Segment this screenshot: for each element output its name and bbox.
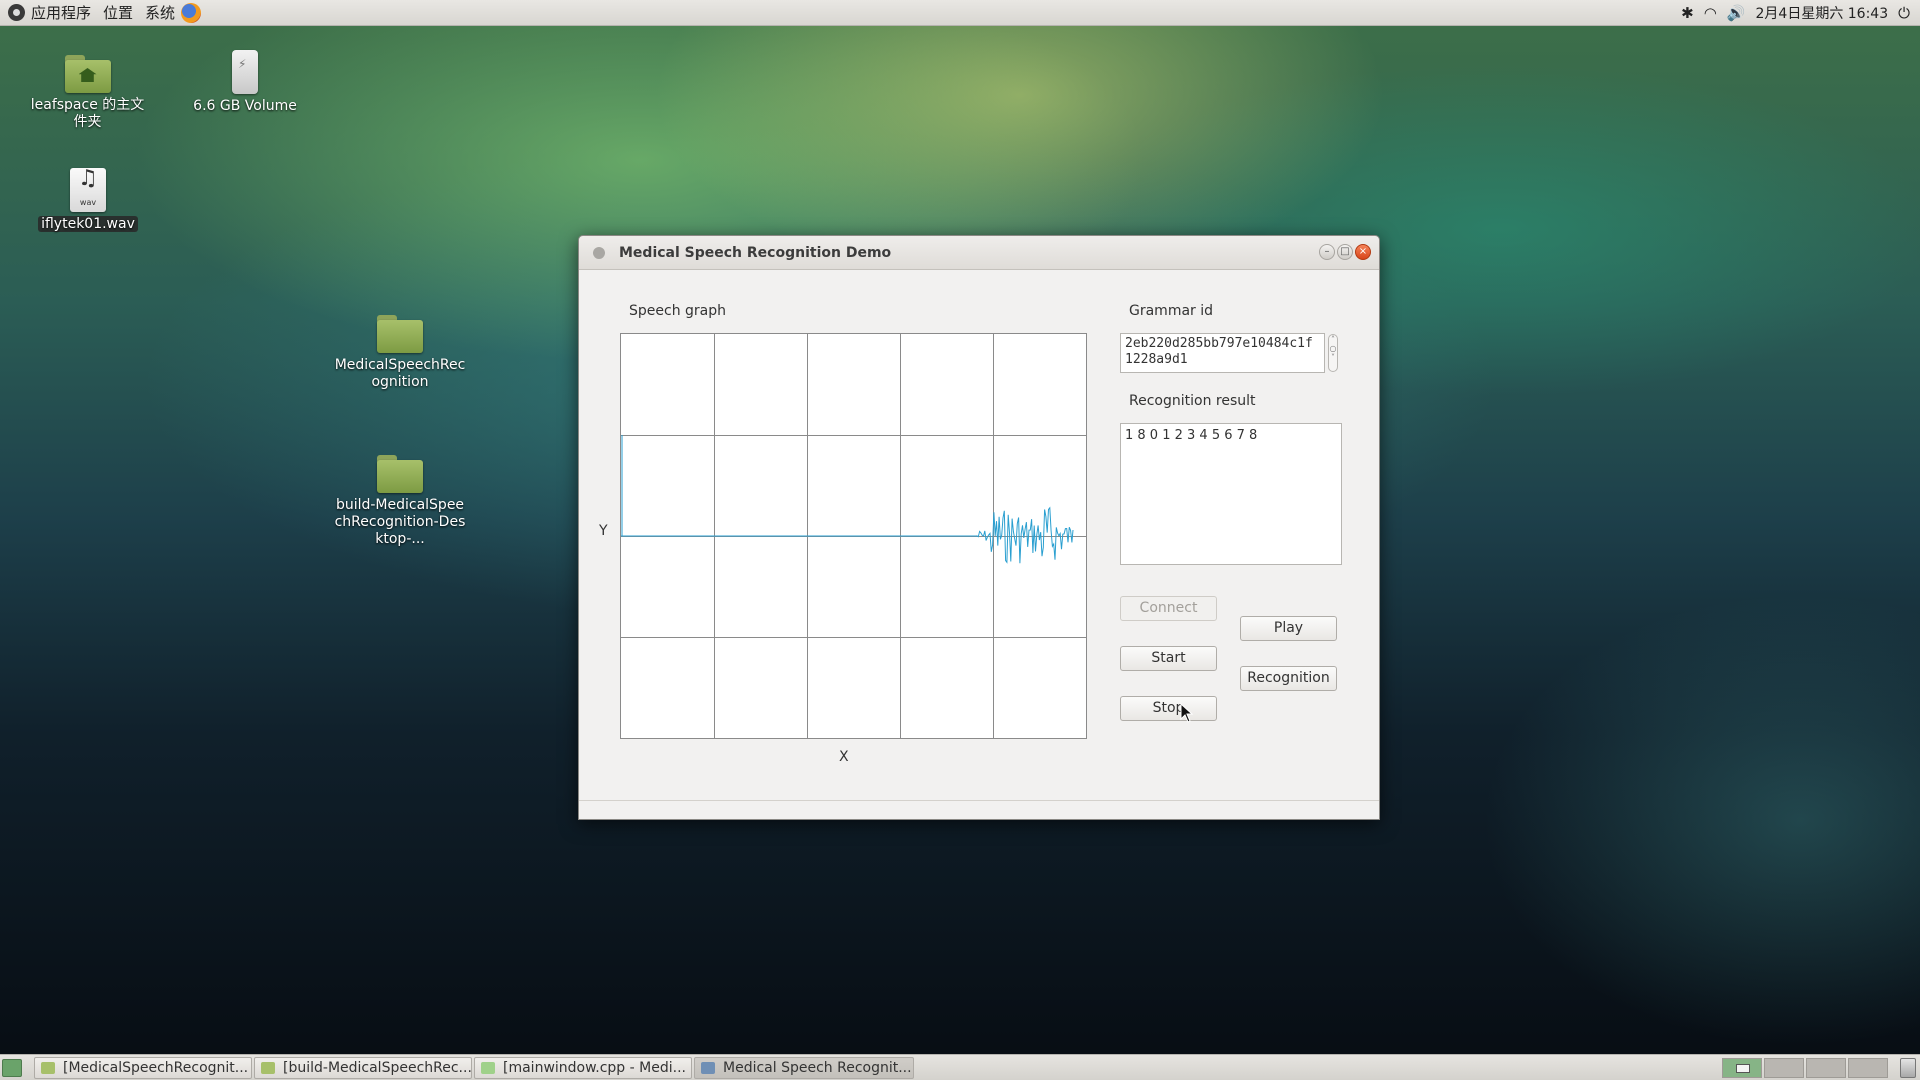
- start-button[interactable]: Start: [1120, 646, 1217, 671]
- top-panel: 应用程序 位置 系统 ✱ ◠ 🔊 2月4日星期六 16:43 ⏻: [0, 0, 1920, 26]
- desktop-icon-label: build-MedicalSpeechRecognition-Desktop-.…: [334, 497, 466, 547]
- desktop-icon-label: 6.6 GB Volume: [193, 98, 297, 114]
- app-window: Medical Speech Recognition Demo – □ × Sp…: [578, 235, 1380, 820]
- desktop-icon-label: MedicalSpeechRecognition: [334, 357, 466, 390]
- grammar-id-field[interactable]: 2eb220d285bb797e10484c1f1228a9d1: [1120, 333, 1325, 373]
- recognition-result-field[interactable]: 1 8 0 1 2 3 4 5 6 7 8: [1120, 423, 1342, 565]
- desktop-icon-home[interactable]: leafspace 的主文件夹: [20, 55, 155, 131]
- taskbar-item[interactable]: [build-MedicalSpeechRec...: [254, 1057, 472, 1079]
- workspace-2[interactable]: [1764, 1058, 1804, 1078]
- stop-button[interactable]: Stop: [1120, 696, 1217, 721]
- folder-icon: [261, 1062, 275, 1074]
- grammar-id-label: Grammar id: [1129, 303, 1214, 319]
- desktop-icon-label: iflytek01.wav: [38, 216, 138, 232]
- status-bar: [579, 800, 1379, 801]
- bluetooth-icon[interactable]: ✱: [1681, 4, 1694, 22]
- editor-icon: [481, 1062, 495, 1074]
- window-controls: – □ ×: [1319, 244, 1371, 260]
- connect-button[interactable]: Connect: [1120, 596, 1217, 621]
- desktop-icon-volume[interactable]: 6.6 GB Volume: [185, 50, 305, 115]
- taskbar-item-active[interactable]: Medical Speech Recognit...: [694, 1057, 914, 1079]
- mouse-cursor-icon: [1180, 702, 1194, 727]
- minimize-icon[interactable]: –: [1319, 244, 1335, 260]
- maximize-icon[interactable]: □: [1337, 244, 1353, 260]
- recognition-result-label: Recognition result: [1129, 393, 1256, 409]
- speech-waveform: [621, 506, 1074, 564]
- workspace-4[interactable]: [1848, 1058, 1888, 1078]
- close-icon[interactable]: ×: [1355, 244, 1371, 260]
- wifi-icon[interactable]: ◠: [1704, 4, 1717, 22]
- folder-icon: [377, 315, 423, 353]
- home-folder-icon: [64, 55, 111, 93]
- y-axis-label: Y: [599, 523, 608, 539]
- speech-graph-label: Speech graph: [629, 303, 727, 319]
- bottom-taskbar: [MedicalSpeechRecognit... [build-Medical…: [0, 1054, 1920, 1080]
- power-icon[interactable]: ⏻: [1898, 4, 1910, 22]
- window-icon: [701, 1062, 715, 1074]
- menu-applications[interactable]: 应用程序: [31, 2, 91, 23]
- show-desktop-icon[interactable]: [2, 1059, 22, 1077]
- clock[interactable]: 2月4日星期六 16:43: [1756, 3, 1889, 23]
- desktop-icon-build-folder[interactable]: build-MedicalSpeechRecognition-Desktop-.…: [330, 455, 470, 548]
- menu-places[interactable]: 位置: [103, 2, 133, 23]
- folder-icon: [377, 455, 423, 493]
- play-button[interactable]: Play: [1240, 616, 1337, 641]
- grammar-id-scrollbar[interactable]: ˄ ○ ˅: [1328, 334, 1338, 372]
- usb-drive-icon: [232, 50, 258, 94]
- ubuntu-logo-icon[interactable]: [8, 4, 25, 21]
- desktop-icon-label: leafspace 的主文件夹: [30, 97, 145, 130]
- system-tray: ✱ ◠ 🔊 2月4日星期六 16:43 ⏻: [1681, 0, 1910, 26]
- workspace-3[interactable]: [1806, 1058, 1846, 1078]
- recognition-result-value: 1 8 0 1 2 3 4 5 6 7 8: [1125, 428, 1258, 443]
- x-axis-label: X: [839, 749, 849, 765]
- trash-icon[interactable]: [1900, 1058, 1916, 1078]
- firefox-icon[interactable]: [181, 2, 202, 23]
- volume-icon[interactable]: 🔊: [1727, 4, 1746, 22]
- audio-file-icon: ♫ wav: [70, 168, 106, 212]
- speech-graph-canvas: [621, 334, 1086, 738]
- speech-graph: [620, 333, 1087, 739]
- taskbar-item[interactable]: [mainwindow.cpp - Medi...: [474, 1057, 692, 1079]
- window-menu-icon[interactable]: [593, 246, 605, 259]
- window-titlebar[interactable]: Medical Speech Recognition Demo – □ ×: [579, 236, 1379, 270]
- desktop-icon-project-folder[interactable]: MedicalSpeechRecognition: [330, 315, 470, 391]
- desktop-icon-wav[interactable]: ♫ wav iflytek01.wav: [28, 168, 148, 233]
- recognition-button[interactable]: Recognition: [1240, 666, 1337, 691]
- menu-system[interactable]: 系统: [145, 2, 175, 23]
- folder-icon: [41, 1062, 55, 1074]
- workspace-1[interactable]: [1722, 1058, 1762, 1078]
- window-title: Medical Speech Recognition Demo: [619, 244, 892, 261]
- main-menu: 应用程序 位置 系统: [0, 0, 213, 26]
- grammar-id-value: 2eb220d285bb797e10484c1f1228a9d1: [1125, 336, 1313, 367]
- taskbar-item[interactable]: [MedicalSpeechRecognit...: [34, 1057, 252, 1079]
